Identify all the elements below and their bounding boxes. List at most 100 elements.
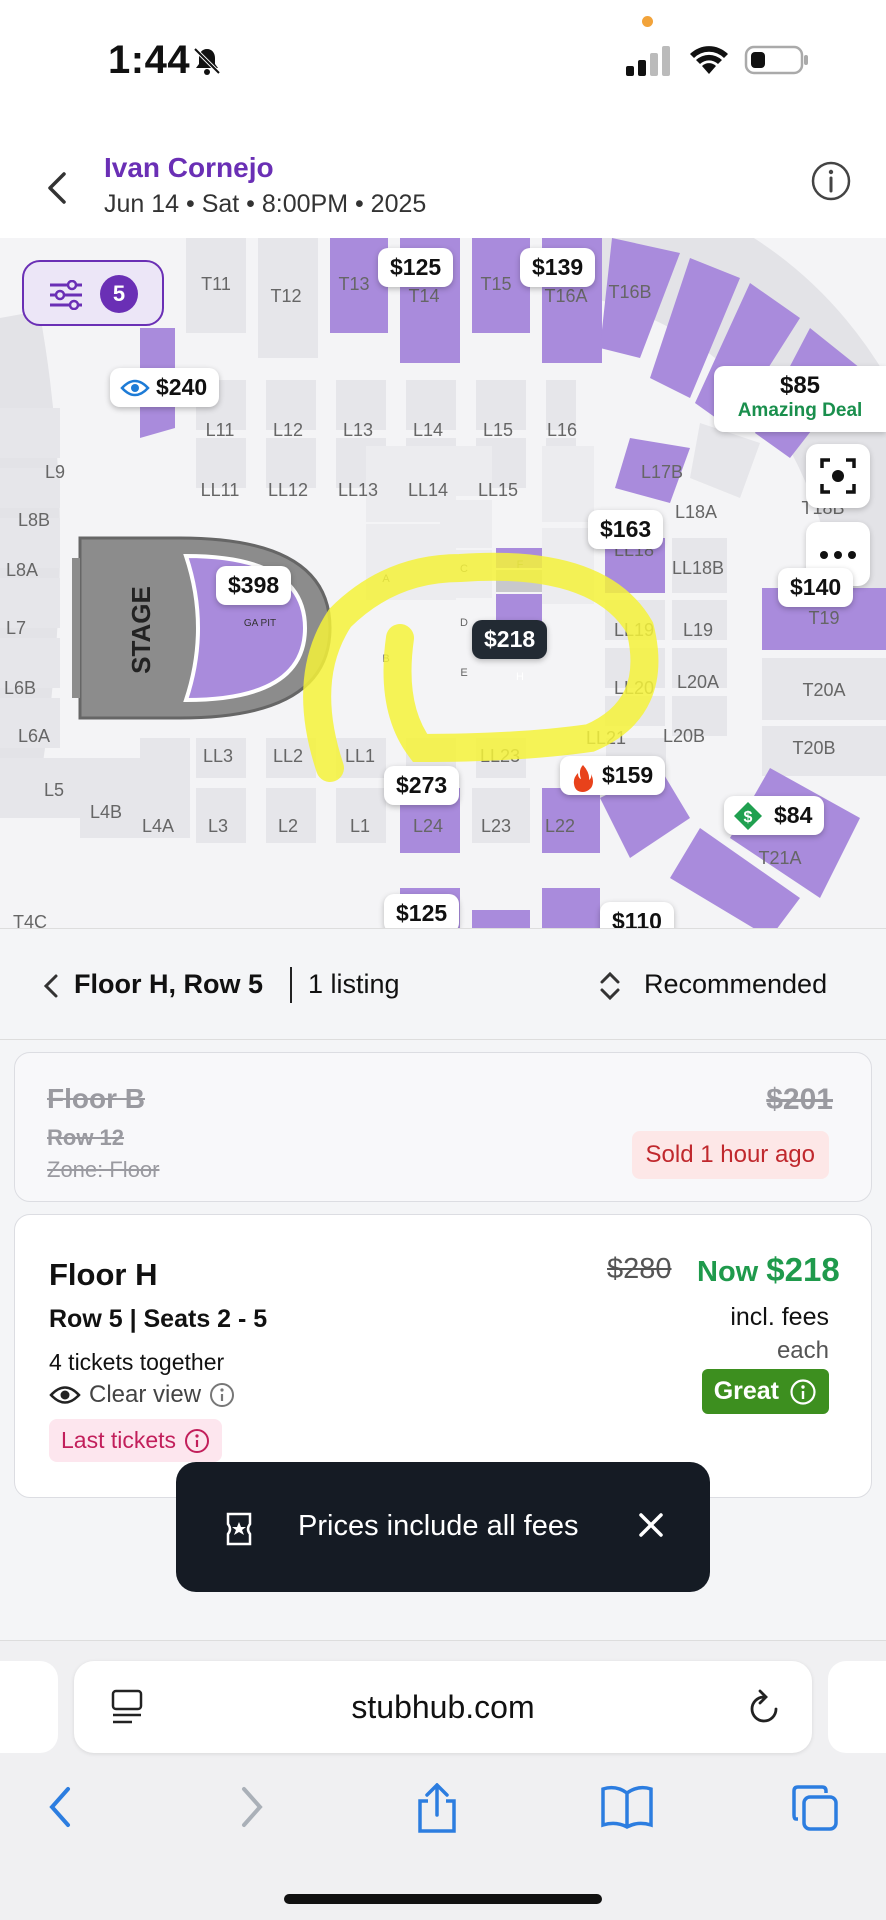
reload-icon[interactable]: [746, 1687, 782, 1727]
sort-button[interactable]: Recommended: [644, 969, 827, 1000]
svg-text:L22: L22: [545, 816, 575, 836]
svg-text:LL15: LL15: [478, 480, 518, 500]
privacy-dot: [642, 16, 653, 27]
info-icon[interactable]: [810, 160, 852, 202]
svg-text:L8A: L8A: [6, 560, 38, 580]
svg-text:L14: L14: [413, 420, 443, 440]
svg-text:L15: L15: [483, 420, 513, 440]
price-tag-bottom-right[interactable]: $110: [600, 902, 674, 928]
svg-text:GA PIT: GA PIT: [244, 618, 276, 629]
svg-text:LL12: LL12: [268, 480, 308, 500]
address-bar[interactable]: stubhub.com: [74, 1661, 812, 1753]
listing-header: Floor H, Row 5 1 listing Recommended: [0, 928, 886, 1040]
listing-count: 1 listing: [308, 969, 400, 999]
svg-text:L19: L19: [683, 620, 713, 640]
bell-off-icon: [193, 47, 221, 75]
price-tag-l22[interactable]: $159: [560, 756, 666, 795]
back-chevron-icon[interactable]: [40, 170, 76, 206]
svg-text:L11: L11: [206, 420, 235, 440]
price-tag-t19[interactable]: $140: [778, 568, 854, 607]
recenter-button[interactable]: [806, 444, 870, 508]
current-price: Now $218: [697, 1251, 840, 1289]
each-note: each: [776, 1337, 829, 1364]
more-icon: [820, 551, 856, 559]
deal-rating-label: Great: [713, 1377, 779, 1405]
previous-tab-preview[interactable]: [0, 1661, 58, 1753]
price-tag-bottom-left[interactable]: $125: [384, 894, 460, 928]
svg-text:L23: L23: [481, 816, 511, 836]
svg-text:T4C: T4C: [13, 912, 47, 928]
event-title[interactable]: Ivan Cornejo: [104, 152, 274, 184]
price-tag-t14[interactable]: $125: [378, 248, 454, 287]
svg-text:T12: T12: [270, 286, 301, 306]
next-tab-preview[interactable]: [828, 1661, 886, 1753]
svg-text:LL13: LL13: [338, 480, 378, 500]
sold-status-badge: Sold 1 hour ago: [631, 1131, 829, 1179]
price-tag-l10b[interactable]: $240: [110, 368, 220, 407]
svg-text:L7: L7: [6, 618, 26, 638]
fees-toast: Prices include all fees: [176, 1462, 710, 1592]
sliders-icon: [50, 280, 82, 310]
status-time: 1:44: [108, 38, 191, 82]
svg-text:L24: L24: [413, 816, 443, 836]
svg-text:L2: L2: [278, 816, 298, 836]
eye-icon: [49, 1386, 81, 1404]
svg-text:L20B: L20B: [663, 726, 705, 746]
back-chevron-icon[interactable]: [40, 973, 62, 999]
price-tag-floor-h-selected[interactable]: $218: [472, 620, 548, 659]
amazing-deal-tag[interactable]: $85 Amazing Deal: [714, 366, 886, 432]
info-icon[interactable]: [209, 1382, 235, 1408]
price-tag-pit[interactable]: $398: [216, 566, 292, 605]
info-icon[interactable]: [184, 1428, 210, 1454]
browser-toolbar: stubhub.com: [0, 1640, 886, 1920]
close-icon[interactable]: [636, 1510, 666, 1540]
listing-card[interactable]: Floor H Row 5 | Seats 2 - 5 4 tickets to…: [14, 1214, 872, 1498]
listing-section: Floor B: [47, 1083, 145, 1114]
original-price: $280: [607, 1253, 672, 1285]
deal-rating-badge[interactable]: Great: [701, 1369, 829, 1414]
svg-text:D: D: [460, 617, 468, 629]
svg-text:L4B: L4B: [90, 802, 122, 822]
svg-text:L4A: L4A: [142, 816, 174, 836]
price-tag-t21a[interactable]: $ $84: [724, 796, 825, 835]
wifi-icon: [690, 46, 728, 74]
svg-text:L20A: L20A: [677, 672, 719, 692]
bookmarks-icon[interactable]: [600, 1783, 654, 1831]
last-tickets-badge: Last tickets: [49, 1419, 223, 1462]
svg-text:L12: L12: [273, 420, 303, 440]
svg-text:L8B: L8B: [18, 510, 50, 530]
price-tag-t16a[interactable]: $139: [520, 248, 596, 287]
event-header: Ivan Cornejo Jun 14 • Sat • 8:00PM • 202…: [0, 120, 886, 238]
svg-text:LL18B: LL18B: [672, 558, 724, 578]
forward-icon[interactable]: [236, 1783, 268, 1831]
listing-card-sold[interactable]: Floor B Row 12 Zone: Floor $201 Sold 1 h…: [14, 1052, 872, 1202]
svg-text:L5: L5: [44, 780, 64, 800]
seat-map[interactable]: STAGE GA PIT T11 T12 T13 T14 T15 T16A T16B …: [0, 238, 886, 928]
svg-text:L6A: L6A: [18, 726, 50, 746]
sort-icon[interactable]: [596, 969, 624, 1003]
filter-button[interactable]: 5: [22, 260, 164, 326]
listing-row: Row 12: [47, 1125, 125, 1150]
recenter-icon: [820, 458, 856, 494]
deal-label: Amazing Deal: [737, 400, 863, 421]
price-tag-l24[interactable]: $273: [384, 766, 460, 805]
event-date: Jun 14 • Sat • 8:00PM • 2025: [104, 190, 427, 218]
price-value: $240: [156, 374, 208, 400]
svg-text:T16A: T16A: [544, 286, 587, 306]
back-icon[interactable]: [44, 1783, 76, 1831]
last-tickets-label: Last tickets: [61, 1427, 177, 1453]
svg-text:T20B: T20B: [792, 738, 835, 758]
clear-view-label: Clear view: [89, 1381, 202, 1408]
fire-icon: [573, 765, 593, 792]
now-label: Now: [697, 1256, 759, 1288]
stage: STAGE GA PIT: [72, 536, 332, 720]
tabs-icon[interactable]: [790, 1783, 840, 1833]
filter-count-badge: 5: [100, 275, 138, 313]
price-value: $84: [774, 802, 813, 828]
share-icon[interactable]: [414, 1783, 460, 1835]
svg-text:H: H: [516, 671, 524, 683]
divider: [290, 967, 292, 1003]
url-text: stubhub.com: [351, 1689, 535, 1725]
home-indicator[interactable]: [284, 1894, 602, 1904]
price-tag-ll18[interactable]: $163: [588, 510, 664, 549]
